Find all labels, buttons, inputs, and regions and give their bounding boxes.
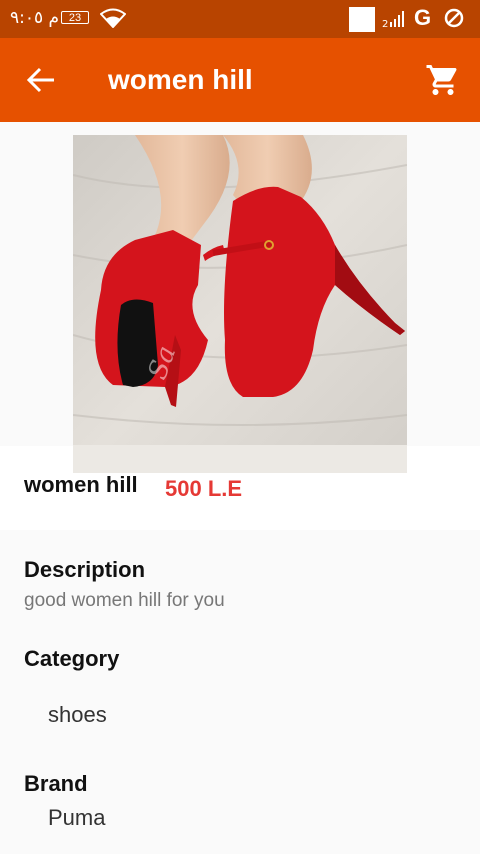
do-not-disturb-icon	[444, 8, 464, 28]
description-value: good women hill for you	[24, 590, 225, 611]
product-name: women hill	[24, 472, 138, 497]
app-bar: women hill	[0, 38, 480, 122]
category-label: Category	[24, 646, 120, 671]
brand-label: Brand	[24, 771, 88, 796]
shopping-cart-icon[interactable]	[425, 62, 461, 98]
brand-value: Puma	[48, 805, 106, 830]
wifi-icon	[100, 8, 126, 28]
page-title: women hill	[108, 64, 253, 95]
notification-icon	[349, 7, 375, 32]
battery-icon: 23	[61, 11, 89, 24]
signal-icon: 2	[382, 11, 404, 28]
network-type: G	[414, 5, 432, 30]
arrow-back-icon[interactable]	[26, 66, 56, 94]
product-image: Sa	[73, 135, 407, 473]
status-bar: م ٩:٠٥ 23 2 G	[0, 0, 480, 38]
svg-text:2: 2	[382, 19, 388, 28]
description-label: Description	[24, 557, 146, 582]
product-price: 500 L.E	[165, 476, 243, 501]
category-value: shoes	[48, 702, 107, 727]
status-time: م ٩:٠٥	[10, 8, 60, 28]
